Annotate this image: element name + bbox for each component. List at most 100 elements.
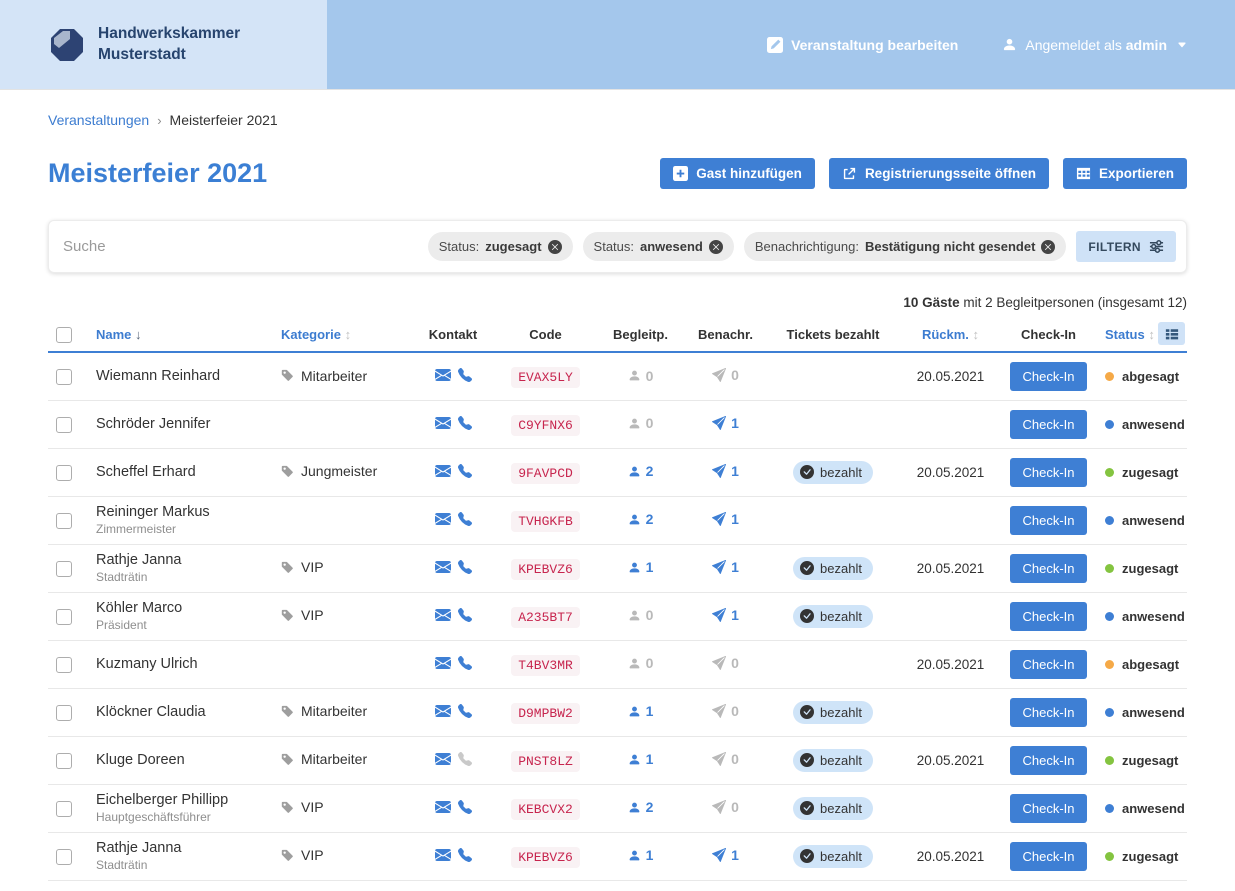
checkin-button[interactable]: Check-In — [1010, 602, 1086, 631]
table-row: Schröder Jennifer C9YFNX6 — [48, 400, 1187, 448]
response-date: 20.05.2021 — [917, 369, 985, 384]
envelope-icon[interactable] — [435, 463, 451, 479]
contact-wrap — [435, 415, 472, 431]
select-all-checkbox[interactable] — [56, 327, 72, 343]
phone-icon[interactable] — [458, 512, 472, 526]
person-icon — [628, 513, 641, 526]
guest-category: VIP — [301, 847, 324, 863]
plus-square-icon — [673, 166, 688, 181]
envelope-icon[interactable] — [435, 607, 451, 623]
guest-name: Köhler Marco — [96, 600, 273, 616]
notifications-count: 1 — [731, 511, 739, 527]
checkin-button[interactable]: Check-In — [1010, 362, 1086, 391]
checkin-button[interactable]: Check-In — [1010, 410, 1086, 439]
companions-wrap: 0 — [628, 655, 654, 671]
phone-icon[interactable] — [458, 608, 472, 622]
column-settings-button[interactable] — [1158, 322, 1185, 345]
envelope-icon[interactable] — [435, 511, 451, 527]
logo-text: Handwerkskammer Musterstadt — [98, 24, 240, 64]
envelope-icon[interactable] — [435, 703, 451, 719]
open-registration-button[interactable]: Registrierungsseite öffnen — [829, 158, 1049, 189]
guest-category: Mitarbeiter — [301, 368, 367, 384]
phone-icon[interactable] — [458, 656, 472, 670]
row-checkbox[interactable] — [56, 417, 72, 433]
row-checkbox[interactable] — [56, 465, 72, 481]
phone-icon[interactable] — [458, 368, 472, 382]
filter-chip-status-anwesend[interactable]: Status:anwesend — [583, 232, 734, 261]
guest-code: KPEBVZ6 — [511, 847, 580, 868]
guest-code: EVAX5LY — [511, 367, 580, 388]
envelope-icon[interactable] — [435, 367, 451, 383]
guest-subtitle: Präsident — [96, 618, 273, 632]
companions-count: 1 — [646, 847, 654, 863]
row-checkbox[interactable] — [56, 369, 72, 385]
table-row: Kuzmany Ulrich T4BV3MR — [48, 640, 1187, 688]
checkin-button[interactable]: Check-In — [1010, 554, 1086, 583]
checkin-button[interactable]: Check-In — [1010, 458, 1086, 487]
row-checkbox[interactable] — [56, 609, 72, 625]
column-header-response[interactable]: Rückm. ↕ — [898, 318, 1003, 352]
contact-wrap — [435, 847, 472, 863]
filter-button[interactable]: FILTERN — [1076, 231, 1176, 262]
column-header-name[interactable]: Name ↓ — [96, 318, 273, 352]
companions-wrap: 0 — [628, 607, 654, 623]
contact-wrap — [435, 607, 472, 623]
person-icon — [628, 561, 641, 574]
envelope-icon[interactable] — [435, 847, 451, 863]
phone-icon[interactable] — [458, 848, 472, 862]
paper-plane-icon — [712, 512, 726, 526]
checkin-button[interactable]: Check-In — [1010, 650, 1086, 679]
column-header-status[interactable]: Status ↕ — [1094, 318, 1187, 352]
column-header-category[interactable]: Kategorie ↕ — [273, 318, 413, 352]
checkin-button[interactable]: Check-In — [1010, 746, 1086, 775]
category-wrap: VIP — [281, 847, 324, 863]
check-circle-icon — [800, 753, 814, 767]
envelope-icon[interactable] — [435, 751, 451, 767]
row-checkbox[interactable] — [56, 561, 72, 577]
row-checkbox[interactable] — [56, 513, 72, 529]
category-wrap: Mitarbeiter — [281, 703, 367, 719]
phone-icon[interactable] — [458, 800, 472, 814]
person-icon — [628, 369, 641, 382]
checkin-button[interactable]: Check-In — [1010, 842, 1086, 871]
phone-icon[interactable] — [458, 704, 472, 718]
notifications-count: 1 — [731, 463, 739, 479]
envelope-icon[interactable] — [435, 799, 451, 815]
x-circle-icon[interactable] — [709, 240, 723, 254]
edit-event-link[interactable]: Veranstaltung bearbeiten — [767, 37, 958, 53]
envelope-icon[interactable] — [435, 559, 451, 575]
row-checkbox[interactable] — [56, 801, 72, 817]
phone-icon[interactable] — [458, 416, 472, 430]
logo[interactable]: Handwerkskammer Musterstadt — [0, 0, 327, 89]
row-checkbox[interactable] — [56, 753, 72, 769]
notifications-count: 0 — [731, 367, 739, 383]
search-input[interactable] — [63, 238, 418, 255]
user-menu[interactable]: Angemeldet als admin — [1002, 37, 1187, 53]
logged-in-text: Angemeldet als admin — [1025, 37, 1167, 53]
envelope-icon[interactable] — [435, 655, 451, 671]
breadcrumb-parent-link[interactable]: Veranstaltungen — [48, 112, 149, 128]
envelope-icon[interactable] — [435, 415, 451, 431]
filter-chip-status-zugesagt[interactable]: Status:zugesagt — [428, 232, 573, 261]
status-badge: anwesend — [1094, 801, 1185, 816]
top-navigation: Veranstaltung bearbeiten Angemeldet als … — [327, 0, 1235, 89]
guest-table-body: Wiemann Reinhard Mitarbeiter EVAX5LY — [48, 352, 1187, 880]
checkin-button[interactable]: Check-In — [1010, 506, 1086, 535]
check-circle-icon — [800, 561, 814, 575]
table-row: Rathje Janna Stadträtin VIP KPEBVZ6 — [48, 832, 1187, 880]
row-checkbox[interactable] — [56, 705, 72, 721]
x-circle-icon[interactable] — [548, 240, 562, 254]
row-checkbox[interactable] — [56, 849, 72, 865]
phone-icon[interactable] — [458, 464, 472, 478]
phone-icon[interactable] — [458, 752, 472, 766]
x-circle-icon[interactable] — [1041, 240, 1055, 254]
checkin-button[interactable]: Check-In — [1010, 794, 1086, 823]
paper-plane-icon — [712, 848, 726, 862]
checkin-button[interactable]: Check-In — [1010, 698, 1086, 727]
export-button[interactable]: Exportieren — [1063, 158, 1187, 189]
guest-subtitle: Stadträtin — [96, 858, 273, 872]
row-checkbox[interactable] — [56, 657, 72, 673]
phone-icon[interactable] — [458, 560, 472, 574]
filter-chip-notification[interactable]: Benachrichtigung:Bestätigung nicht gesen… — [744, 232, 1067, 261]
add-guest-button[interactable]: Gast hinzufügen — [660, 158, 815, 189]
